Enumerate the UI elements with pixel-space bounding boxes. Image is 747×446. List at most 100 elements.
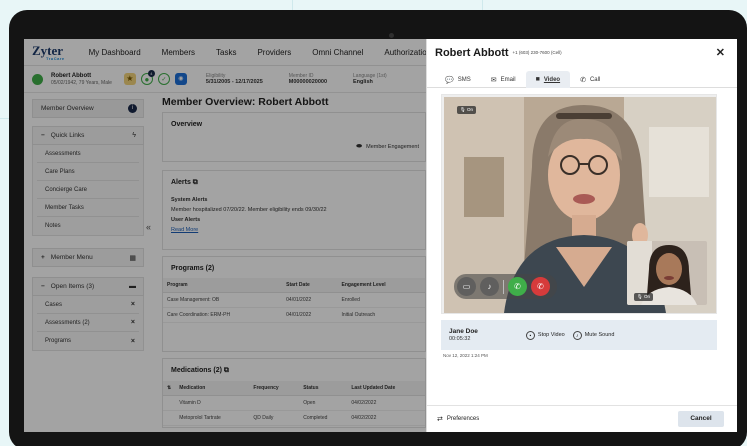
envelope-icon: ✉ <box>490 76 497 84</box>
controls-divider <box>503 279 504 294</box>
open-items-header[interactable]: − Open Items (3) ▬ <box>32 277 144 296</box>
nav-members[interactable]: Members <box>162 48 195 57</box>
collapse-sidebar-icon[interactable]: « <box>146 222 151 232</box>
medications-card: Medications (2) ⧉ ⇅ Medication Frequency St… <box>162 358 426 428</box>
system-alerts-text: Member hospitalized 07/20/22. Member eli… <box>171 207 327 213</box>
col-medication[interactable]: Medication <box>175 381 250 396</box>
link-member-tasks[interactable]: Member Tasks <box>37 199 139 217</box>
col-engagement-level[interactable]: Engagement Level <box>337 278 425 293</box>
member-menu-header[interactable]: + Member Menu ▦ <box>32 248 144 267</box>
mute-sound-button[interactable]: ♪ Mute Sound <box>572 330 614 340</box>
member-engagement-button[interactable]: ⬬ Member Engagement <box>356 143 419 151</box>
nav-my-dashboard[interactable]: My Dashboard <box>89 48 141 57</box>
pip-mic-label: On <box>643 294 650 299</box>
quick-links-list: Assessments Care Plans Concierge Care Me… <box>32 145 144 236</box>
panel-header: Robert Abbott +1 (603) 230-7600 (Cell) ✕ <box>427 39 737 66</box>
col-last-updated[interactable]: Last Updated Date <box>347 381 425 396</box>
read-more-link[interactable]: Read More <box>163 225 425 235</box>
table-row[interactable]: Care Coordination: ERM-PH 04/01/2022 Initi… <box>163 307 425 323</box>
tab-video[interactable]: ■ Video <box>525 71 571 88</box>
external-link-icon[interactable]: ⧉ <box>224 367 229 374</box>
collapse-minus-icon: − <box>41 132 45 139</box>
nav-providers[interactable]: Providers <box>257 48 291 57</box>
col-select: ⇅ <box>163 381 176 396</box>
mic-on-label: On <box>466 107 473 112</box>
eligibility-field: Eligibility 5/31/2005 - 12/17/2025 <box>206 73 263 85</box>
end-call-button[interactable]: ✆ <box>531 277 550 296</box>
cell: 04/02/2022 <box>347 395 425 411</box>
zyter-logo[interactable]: Zyter TruCare <box>32 43 65 61</box>
member-engagement-label: Member Engagement <box>366 144 419 150</box>
camera-icon[interactable]: ◉ <box>174 73 187 85</box>
mic-off-button[interactable]: ♪ <box>480 277 499 296</box>
tab-sms[interactable]: 💬 SMS <box>435 71 481 88</box>
user-group-icon[interactable]: ● 4 <box>140 70 155 85</box>
programs-title: Programs (2) <box>171 265 215 272</box>
language-value: English <box>353 79 373 85</box>
accept-call-button[interactable]: ✆ <box>508 277 527 296</box>
col-start-date[interactable]: Start Date <box>282 278 338 293</box>
cancel-button[interactable]: Cancel <box>678 411 724 427</box>
mic-on-badge: 🎙 On <box>457 106 476 114</box>
cell: Care Coordination: ERM-PH <box>163 307 283 323</box>
alerts-title: Alerts ⧉ <box>163 171 425 187</box>
open-item-programs[interactable]: Programs × <box>37 332 139 350</box>
panel-phone: +1 (603) 230-7600 (Cell) <box>512 50 562 55</box>
external-link-icon[interactable]: ⧉ <box>193 179 198 186</box>
check-icon[interactable]: ✓ <box>157 73 170 85</box>
main-content: Member Overview: Robert Abbott Overview … <box>154 94 426 432</box>
self-view-pip[interactable]: 🎙 On <box>627 241 707 305</box>
link-care-plans[interactable]: Care Plans <box>37 163 139 181</box>
col-frequency[interactable]: Frequency <box>249 381 300 396</box>
member-menu-label: Member Menu <box>50 254 93 261</box>
nav-omni-channel[interactable]: Omni Channel <box>312 48 363 57</box>
cell: 04/02/2022 <box>347 410 425 426</box>
cell: QD Daily <box>249 410 300 426</box>
link-concierge-care[interactable]: Concierge Care <box>37 181 139 199</box>
open-item-assessments[interactable]: Assessments (2) × <box>37 314 139 332</box>
chat-bubble-icon: 💬 <box>445 76 454 84</box>
link-notes[interactable]: Notes <box>37 217 139 235</box>
tab-label: Video <box>543 76 561 83</box>
tab-email[interactable]: ✉ Email <box>481 71 526 88</box>
remove-icon[interactable]: × <box>131 301 135 308</box>
quick-links-label: Quick Links <box>50 132 85 139</box>
info-icon: i <box>128 104 137 113</box>
video-controls: ▭ ♪ ✆ ✆ <box>454 274 557 299</box>
phone-icon: ✆ <box>580 76 586 84</box>
stop-video-button[interactable]: ▪ Stop Video <box>525 330 565 340</box>
table-row[interactable]: Metoprolol Tartrate QD Daily Completed 04/0… <box>163 410 425 426</box>
table-row[interactable]: Vitamin D Open 04/02/2022 <box>163 395 425 411</box>
logo-subtext: TruCare <box>46 56 65 61</box>
remove-icon[interactable]: × <box>131 338 135 345</box>
panel-footer: ⇄ Preferences Cancel <box>427 405 737 432</box>
cell: Vitamin D <box>175 395 250 411</box>
tab-label: SMS <box>457 76 471 83</box>
table-row[interactable]: Case Management: OB 04/01/2022 Enrolled <box>163 292 425 308</box>
alerts-title-text: Alerts <box>171 179 191 186</box>
video-camera-icon: ▪ <box>525 330 535 340</box>
tab-call[interactable]: ✆ Call <box>570 71 610 88</box>
cell: Open <box>299 395 348 411</box>
cell: Enrolled <box>337 292 425 308</box>
nav-authorization[interactable]: Authorization <box>384 48 431 57</box>
open-items-list: Cases × Assessments (2) × Programs × <box>32 296 144 351</box>
star-icon[interactable]: ★ <box>123 73 136 85</box>
preferences-label: Preferences <box>446 416 480 422</box>
open-item-cases[interactable]: Cases × <box>37 296 139 314</box>
member-overview-button[interactable]: Member Overview i <box>32 99 144 118</box>
cell: Initial Outreach <box>337 307 425 323</box>
member-id-field: Member ID M00000020000 <box>289 73 327 85</box>
camera-off-button[interactable]: ▭ <box>457 277 476 296</box>
col-program[interactable]: Program <box>163 278 283 293</box>
remove-icon[interactable]: × <box>131 319 135 326</box>
grid-icon: ▦ <box>129 254 136 262</box>
cell <box>163 410 176 426</box>
quick-links-header[interactable]: − Quick Links ϟ <box>32 126 144 145</box>
close-icon[interactable]: ✕ <box>716 46 725 59</box>
nav-tasks[interactable]: Tasks <box>216 48 236 57</box>
preferences-button[interactable]: ⇄ Preferences <box>437 415 479 423</box>
col-status[interactable]: Status <box>299 381 348 396</box>
sliders-icon: ⇄ <box>437 416 443 423</box>
link-assessments[interactable]: Assessments <box>37 145 139 163</box>
